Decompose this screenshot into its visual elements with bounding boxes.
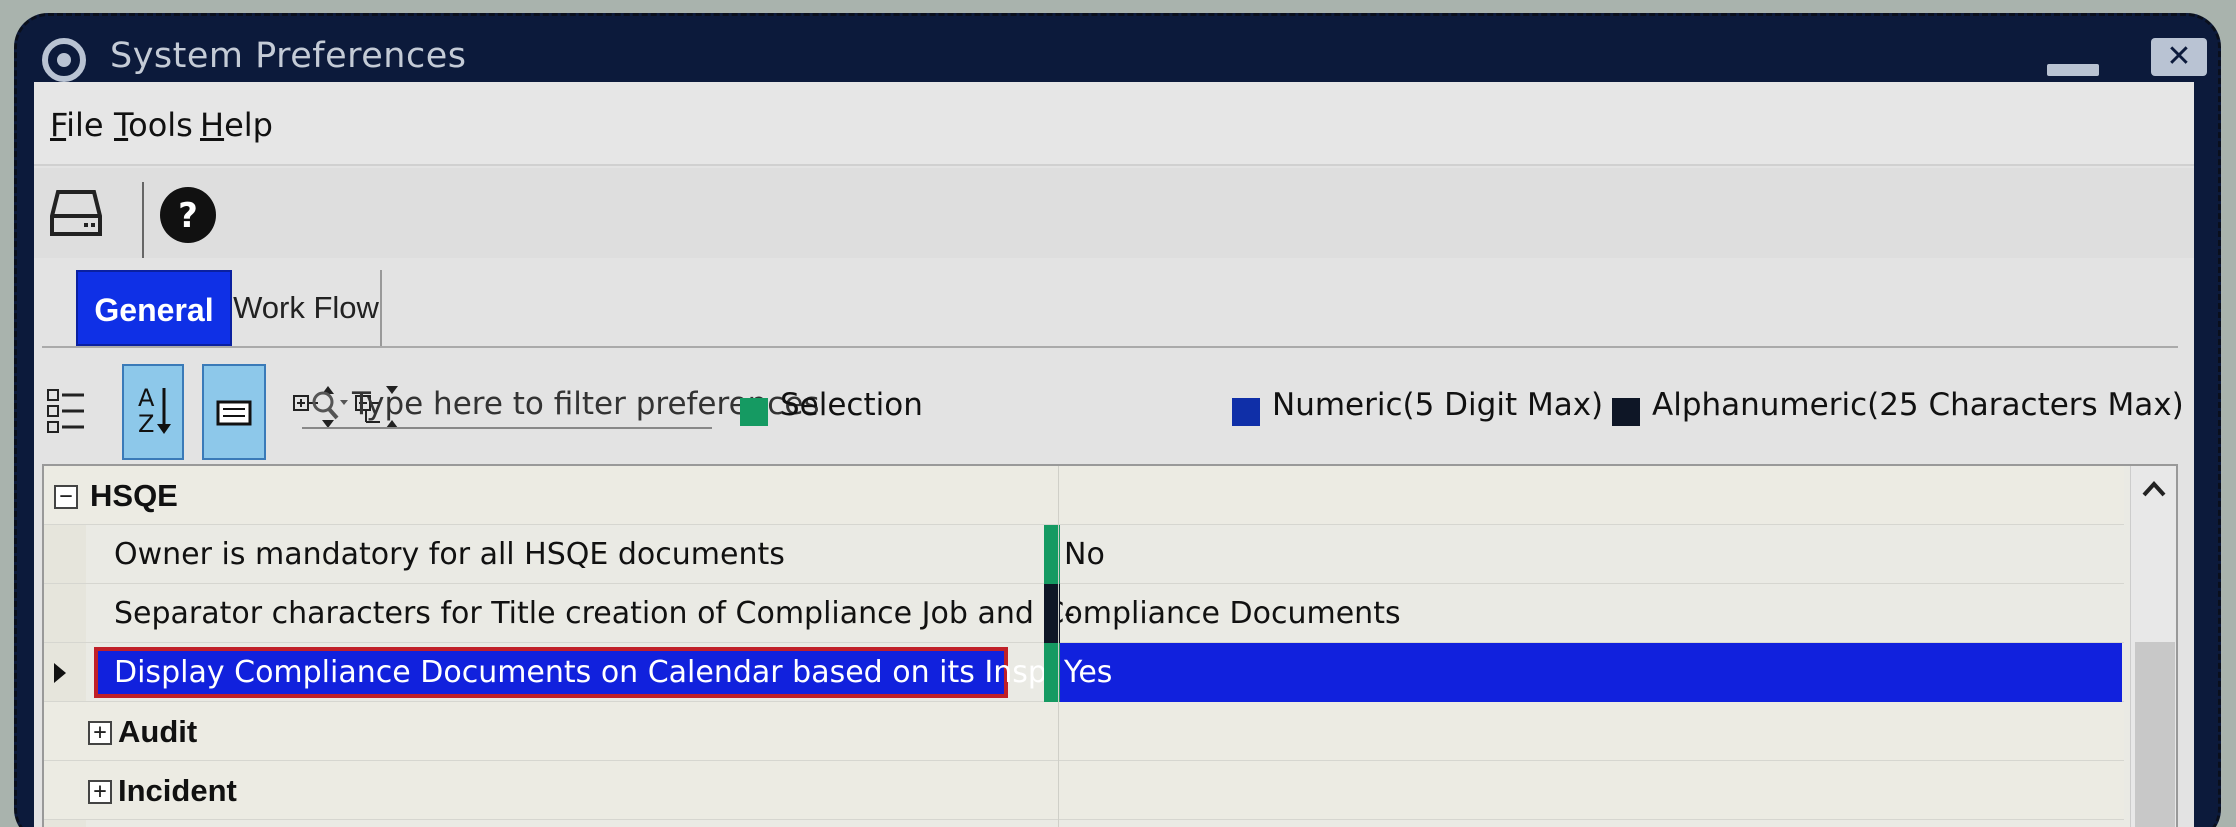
toolbar-separator — [142, 182, 144, 266]
tab-divider — [42, 346, 2178, 348]
toolbar — [34, 168, 2194, 258]
legend-numeric-label: Numeric(5 Digit Max) — [1272, 387, 1604, 423]
preferences-grid[interactable]: − HSQE Owner is mandatory for all HSQE d… — [42, 464, 2178, 827]
expand-group-icon[interactable]: + — [88, 780, 112, 804]
legend-numeric-swatch — [1232, 398, 1260, 426]
preference-row[interactable]: Separator characters for Title creation … — [44, 584, 2124, 643]
legend-selection-label: Selection — [780, 387, 923, 423]
vertical-scrollbar[interactable] — [2130, 466, 2176, 827]
group-label: HSQE — [90, 478, 178, 513]
menu-bar: File Tools Help — [34, 82, 2194, 166]
svg-text:A: A — [138, 384, 155, 412]
property-pages-button[interactable] — [202, 364, 266, 460]
menu-help-mnemonic: H — [200, 106, 225, 144]
current-row-indicator — [54, 663, 66, 683]
save-drive-icon[interactable] — [48, 186, 104, 246]
minimize-button[interactable] — [2047, 64, 2099, 76]
menu-tools-label: ools — [128, 106, 193, 144]
menu-file-mnemonic: F — [50, 106, 67, 144]
app-icon — [42, 38, 86, 82]
menu-file-label: ile — [66, 106, 104, 144]
group-label: Audit — [118, 714, 198, 749]
menu-file[interactable]: File — [50, 106, 104, 144]
group-row-audit[interactable]: + Audit — [44, 702, 2124, 761]
collapse-group-icon[interactable]: − — [54, 485, 78, 509]
preference-row-selected[interactable]: Display Compliance Documents on Calendar… — [44, 643, 2124, 702]
legend-alphanumeric-label: Alphanumeric(25 Characters Max) — [1652, 387, 2184, 423]
tab-work-flow[interactable]: Work Flow — [232, 270, 382, 346]
scrollbar-thumb[interactable] — [2135, 642, 2175, 827]
sort-az-button[interactable]: A Z — [122, 364, 184, 460]
preference-row[interactable]: Owner is mandatory for all HSQE document… — [44, 525, 2124, 584]
group-row-hsqe[interactable]: − HSQE — [44, 466, 2124, 525]
group-row-incident[interactable]: + Incident — [44, 761, 2124, 820]
categorized-view-button[interactable] — [44, 384, 88, 436]
preference-value[interactable]: - — [1064, 596, 1075, 631]
column-divider[interactable] — [1058, 466, 1059, 827]
legend-alphanumeric-swatch — [1612, 398, 1640, 426]
search-icon[interactable] — [310, 388, 350, 424]
selected-value-highlight — [1060, 643, 2122, 702]
window-client-area: File Tools Help ? General Work Flow A Z … — [34, 82, 2194, 827]
legend-selection-swatch — [740, 398, 768, 426]
window-title: System Preferences — [110, 36, 467, 76]
preference-value[interactable]: No — [1064, 537, 1105, 572]
close-button[interactable]: ✕ — [2151, 38, 2207, 76]
menu-tools-mnemonic: T — [114, 106, 129, 144]
group-label: Incident — [118, 773, 237, 808]
menu-help-label: elp — [224, 106, 273, 144]
svg-text:Z: Z — [138, 410, 154, 438]
preference-value[interactable]: Yes — [1064, 655, 1112, 690]
help-icon[interactable]: ? — [158, 185, 218, 249]
menu-help[interactable]: Help — [200, 106, 273, 144]
menu-tools[interactable]: Tools — [114, 106, 193, 144]
preference-name: Owner is mandatory for all HSQE document… — [114, 537, 785, 572]
scroll-up-icon[interactable] — [2141, 476, 2167, 506]
svg-text:?: ? — [178, 196, 198, 236]
expand-group-icon[interactable]: + — [88, 721, 112, 745]
tab-general[interactable]: General — [76, 270, 232, 346]
preference-name: Separator characters for Title creation … — [114, 596, 1401, 631]
